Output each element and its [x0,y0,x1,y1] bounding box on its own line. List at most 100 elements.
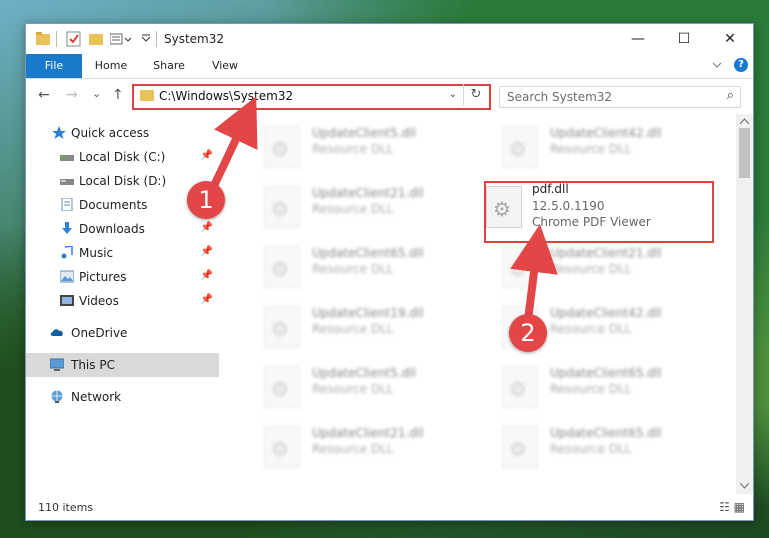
documents-icon [61,198,73,211]
sidebar-item-this-pc[interactable]: This PC [26,353,219,377]
toolbar-separator [156,31,159,47]
sidebar-item-label: Local Disk (D:) [79,174,167,188]
search-icon: ⌕ [726,88,734,103]
file-explorer-window: System32 — ☐ ✕ File Home Share View ? ← … [25,23,754,521]
minimize-button[interactable]: — [615,24,661,54]
sidebar-item-label: This PC [71,358,115,372]
tab-file[interactable]: File [26,54,82,78]
address-dropdown-button[interactable]: ⌄ [449,89,457,100]
back-button[interactable]: ← [38,87,50,103]
ribbon-tabs: File Home Share View ? [26,54,753,79]
cloud-icon [50,329,63,336]
customize-toolbar-icon[interactable] [109,31,134,47]
pin-icon: 📌 [200,294,213,305]
expand-ribbon-icon[interactable] [712,60,722,73]
properties-icon[interactable] [66,31,82,47]
window-title: System32 [164,32,225,46]
search-placeholder: Search System32 [507,90,613,104]
file-list: UpdateClient5.dll Resource DLL UpdateCli… [226,114,736,494]
pictures-icon [60,270,74,283]
navigation-pane: Quick access Local Disk (C:) 📌 Local Dis… [26,114,219,494]
tab-home[interactable]: Home [88,54,134,78]
step-callout-2: 2 [509,314,547,352]
star-icon [52,126,66,139]
sidebar-item-network[interactable]: Network [26,385,219,409]
sidebar-item-downloads[interactable]: Downloads 📌 [26,217,219,241]
item-count: 110 items [38,501,94,514]
dll-file-icon [264,186,300,228]
forward-button[interactable]: → [66,87,78,103]
list-item[interactable]: UpdateClient65.dll Resource DLL [484,420,709,472]
computer-icon [50,358,64,371]
sidebar-item-pictures[interactable]: Pictures 📌 [26,265,219,289]
dll-file-icon [264,246,300,288]
sidebar-item-label: Videos [79,294,119,308]
address-bar[interactable]: C:\Windows\System32 ⌄ [132,84,491,110]
dll-file-icon [502,426,538,468]
sidebar-item-local-disk-c[interactable]: Local Disk (C:) 📌 [26,145,219,169]
up-button[interactable]: ↑ [112,87,124,103]
network-icon [51,390,63,403]
folder-icon [36,31,50,47]
sidebar-item-music[interactable]: Music 📌 [26,241,219,265]
address-path: C:\Windows\System32 [159,89,294,103]
sidebar-item-label: OneDrive [71,326,128,340]
list-item[interactable]: UpdateClient21.dll Resource DLL [246,180,471,232]
list-item[interactable]: UpdateClient65.dll Resource DLL [246,240,471,292]
drive-icon [60,155,74,161]
scroll-up-icon[interactable] [739,117,750,126]
address-row: ← → ⌄ ↑ C:\Windows\System32 ⌄ ↻ Search S… [26,79,753,113]
close-button[interactable]: ✕ [707,24,753,54]
drive-icon [60,179,74,185]
dll-file-icon [264,426,300,468]
list-item[interactable]: UpdateClient19.dll Resource DLL [246,300,471,352]
sidebar-item-onedrive[interactable]: OneDrive [26,321,219,345]
pin-icon: 📌 [200,246,213,257]
tab-share[interactable]: Share [146,54,192,78]
sidebar-item-quick-access[interactable]: Quick access [26,121,219,145]
toolbar-separator [56,31,59,47]
sidebar-item-label: Documents [79,198,148,212]
pin-icon: 📌 [200,270,213,281]
dll-file-icon [502,126,538,168]
folder-icon [140,90,154,101]
maximize-button[interactable]: ☐ [661,24,707,54]
dll-file-icon [502,366,538,408]
refresh-button[interactable]: ↻ [463,84,488,106]
status-bar: 110 items ☷ ▦ [26,496,753,520]
scroll-down-icon[interactable] [739,482,750,491]
pdf-dll-highlight-box [484,181,714,243]
view-toggle-icons[interactable]: ☷ ▦ [719,500,745,514]
chevron-down-icon[interactable] [141,31,151,47]
sidebar-item-label: Downloads [79,222,145,236]
sidebar-item-label: Music [79,246,114,260]
tab-view[interactable]: View [202,54,248,78]
list-item[interactable]: UpdateClient42.dll Resource DLL [484,120,709,172]
scrollbar-thumb[interactable] [739,128,750,178]
vertical-scrollbar[interactable] [736,114,753,494]
sidebar-item-label: Quick access [71,126,150,140]
list-item[interactable]: UpdateClient21.dll Resource DLL [246,420,471,472]
list-item[interactable]: UpdateClient5.dll Resource DLL [246,360,471,412]
sidebar-item-label: Pictures [79,270,127,284]
list-item[interactable]: UpdateClient21.dll Resource DLL [484,240,709,292]
sidebar-item-videos[interactable]: Videos 📌 [26,289,219,313]
music-icon [61,246,73,259]
sidebar-item-label: Network [71,390,122,404]
step-callout-1: 1 [187,181,225,219]
new-folder-icon[interactable] [89,31,103,47]
list-item[interactable]: UpdateClient5.dll Resource DLL [246,120,471,172]
videos-icon [60,295,74,306]
dll-file-icon [264,306,300,348]
title-bar: System32 — ☐ ✕ [26,24,753,54]
dll-file-icon [502,246,538,288]
pin-icon: 📌 [200,150,213,161]
dll-file-icon [264,126,300,168]
recent-locations-button[interactable]: ⌄ [92,87,101,100]
download-icon [62,222,72,234]
pin-icon: 📌 [200,222,213,233]
list-item[interactable]: UpdateClient65.dll Resource DLL [484,360,709,412]
sidebar-item-label: Local Disk (C:) [79,150,166,164]
search-input[interactable]: Search System32 ⌕ [499,86,741,108]
help-icon[interactable]: ? [734,58,748,72]
